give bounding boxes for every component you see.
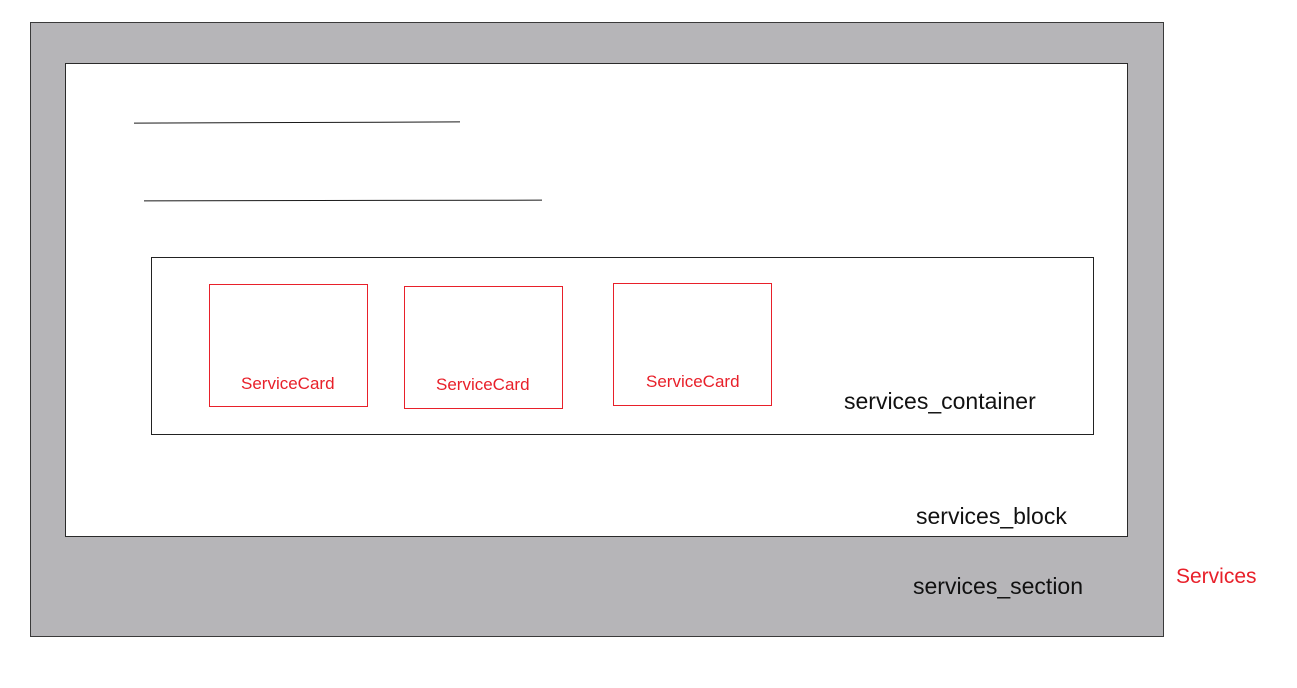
services-container-label: services_container (844, 388, 1036, 414)
service-card-label: ServiceCard (646, 372, 740, 391)
wireframe-diagram: ServiceCard ServiceCard ServiceCard serv… (0, 0, 1297, 688)
service-card-label: ServiceCard (436, 375, 530, 394)
services-section-label: services_section (913, 573, 1084, 599)
services-block-label: services_block (916, 503, 1067, 529)
service-card-label: ServiceCard (241, 374, 335, 393)
services-component-label: Services (1176, 565, 1257, 588)
